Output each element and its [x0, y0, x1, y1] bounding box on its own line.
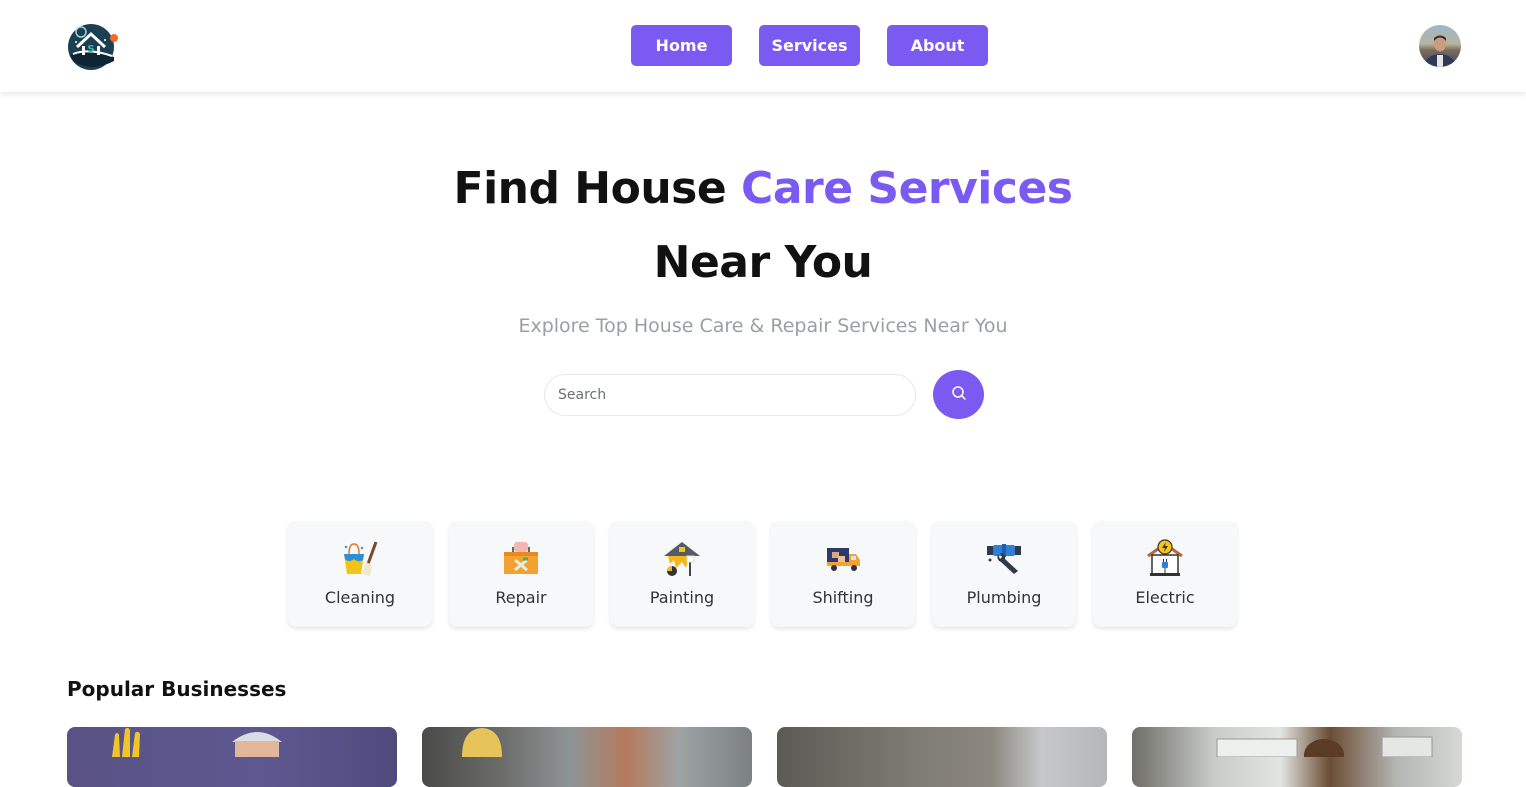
toolbox-icon [501, 538, 541, 578]
top-navbar: S Home Services About [0, 0, 1526, 92]
category-label: Cleaning [324, 588, 396, 607]
paint-house-icon [662, 538, 702, 578]
user-avatar[interactable] [1419, 25, 1461, 67]
category-electric[interactable]: Electric [1093, 521, 1237, 627]
electric-house-icon [1145, 538, 1185, 578]
category-plumbing[interactable]: Plumbing [932, 521, 1076, 627]
svg-text:S: S [87, 44, 94, 55]
business-card[interactable] [67, 727, 397, 787]
category-repair[interactable]: Repair [449, 521, 593, 627]
category-shifting[interactable]: Shifting [771, 521, 915, 627]
category-painting[interactable]: Painting [610, 521, 754, 627]
category-label: Plumbing [966, 588, 1042, 607]
search-icon [951, 385, 967, 404]
pipe-wrench-icon [984, 538, 1024, 578]
nav-home-button[interactable]: Home [631, 25, 732, 66]
cleaning-icon [340, 538, 380, 578]
category-label: Shifting [812, 588, 874, 607]
business-card[interactable] [422, 727, 752, 787]
business-image [112, 727, 282, 757]
business-card[interactable] [777, 727, 1107, 787]
logo-icon[interactable]: S [67, 21, 119, 71]
nav-services-button[interactable]: Services [759, 25, 860, 66]
category-cleaning[interactable]: Cleaning [288, 521, 432, 627]
business-image [1216, 736, 1433, 771]
popular-businesses-title: Popular Businesses [67, 677, 287, 701]
category-label: Repair [495, 588, 547, 607]
hero-title-text: Find House [453, 163, 742, 214]
search-input[interactable] [544, 374, 916, 416]
business-card[interactable] [1132, 727, 1462, 787]
nav-about-button[interactable]: About [887, 25, 988, 66]
category-label: Painting [649, 588, 715, 607]
main-nav: Home Services About [631, 25, 988, 66]
hero-title-accent: Care Services [741, 163, 1073, 214]
business-image [462, 728, 502, 757]
hero-title-line1: Find House Care Services [0, 163, 1526, 214]
category-list: Cleaning Repair Painting Shifting Plumbi… [288, 521, 1237, 627]
category-label: Electric [1135, 588, 1195, 607]
search-button[interactable] [933, 370, 984, 419]
hero-subtitle: Explore Top House Care & Repair Services… [518, 315, 1008, 337]
hero-title-line2: Near You [653, 237, 873, 288]
truck-icon [823, 538, 863, 578]
